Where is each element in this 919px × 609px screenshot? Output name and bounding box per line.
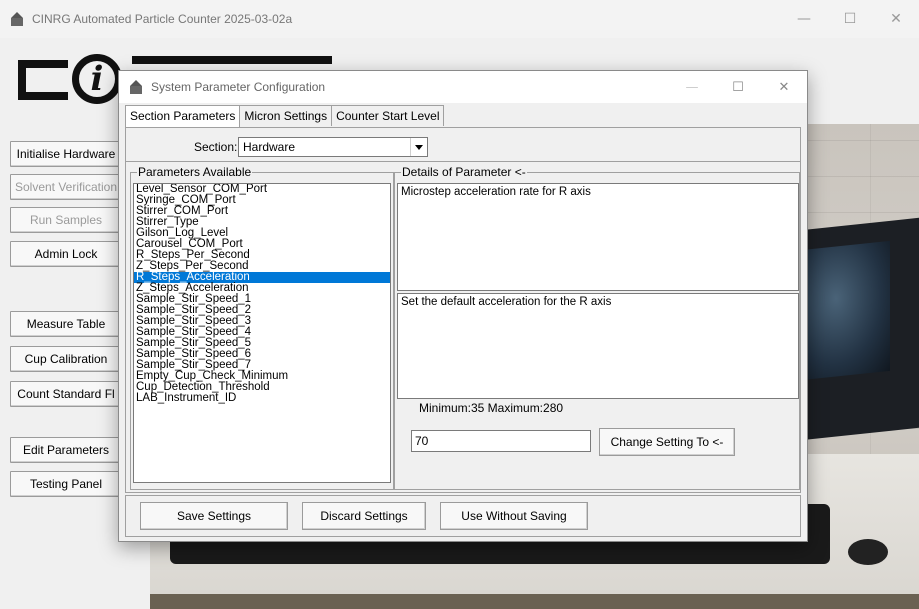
left-button-5[interactable]: Cup Calibration — [10, 346, 122, 372]
tab-micron-settings[interactable]: Micron Settings — [239, 105, 333, 126]
parameters-listbox[interactable]: Level_Sensor_COM_Port Syringe_COM_Port Sti… — [133, 183, 391, 483]
min-max-label: Minimum:35 Maximum:280 — [419, 401, 564, 415]
use-without-saving-button[interactable]: Use Without Saving — [440, 502, 588, 530]
value-input[interactable]: 70 — [411, 430, 591, 452]
section-dropdown[interactable]: Hardware — [238, 137, 428, 157]
section-row: Section: Hardware — [126, 132, 800, 162]
close-button[interactable]: ✕ — [873, 0, 919, 38]
section-label: Section: — [194, 140, 238, 154]
dialog-maximize-button[interactable]: ☐ — [715, 71, 761, 103]
details-help-box: Set the default acceleration for the R a… — [397, 293, 799, 399]
left-button-3[interactable]: Admin Lock — [10, 241, 122, 267]
bottom-button-bar: Save Settings Discard Settings Use Witho… — [125, 495, 801, 537]
details-description-box: Microstep acceleration rate for R axis — [397, 183, 799, 291]
dialog-app-icon — [129, 80, 143, 94]
tab-counter-start-level[interactable]: Counter Start Level — [331, 105, 445, 126]
main-titlebar: CINRG Automated Particle Counter 2025-03… — [0, 0, 919, 38]
left-button-4[interactable]: Measure Table — [10, 311, 122, 337]
dialog-close-button[interactable]: ✕ — [761, 71, 807, 103]
tab-strip: Section Parameters Micron Settings Count… — [125, 105, 445, 127]
save-settings-button[interactable]: Save Settings — [140, 502, 288, 530]
details-description: Microstep acceleration rate for R axis — [401, 186, 591, 198]
section-value: Hardware — [243, 140, 296, 154]
maximize-button[interactable]: ☐ — [827, 0, 873, 38]
window-title: CINRG Automated Particle Counter 2025-03… — [32, 12, 293, 26]
chevron-down-icon[interactable] — [410, 138, 427, 156]
system-parameter-dialog: System Parameter Configuration — ☐ ✕ Sec… — [118, 70, 808, 542]
discard-settings-button[interactable]: Discard Settings — [302, 502, 426, 530]
left-button-0[interactable]: Initialise Hardware — [10, 141, 122, 167]
list-item[interactable]: LAB_Instrument_ID — [134, 392, 390, 404]
left-button-6[interactable]: Count Standard Fl — [10, 381, 122, 407]
details-group: Details of Parameter <- Microstep accele… — [394, 165, 800, 490]
dialog-title: System Parameter Configuration — [151, 80, 326, 94]
left-button-7[interactable]: Edit Parameters — [10, 437, 122, 463]
minimize-button[interactable]: — — [781, 0, 827, 38]
app-icon — [10, 12, 24, 26]
details-group-title: Details of Parameter <- — [401, 165, 527, 179]
parameters-group-title: Parameters Available — [137, 165, 253, 179]
dialog-titlebar: System Parameter Configuration — ☐ ✕ — [119, 71, 807, 103]
left-button-8[interactable]: Testing Panel — [10, 471, 122, 497]
details-help: Set the default acceleration for the R a… — [401, 296, 612, 308]
parameters-group: Parameters Available Level_Sensor_COM_Po… — [130, 165, 394, 490]
left-button-2[interactable]: Run Samples — [10, 207, 122, 233]
dialog-minimize-button[interactable]: — — [669, 71, 715, 103]
tab-body: Section: Hardware Parameters Available L… — [125, 127, 801, 493]
left-button-1[interactable]: Solvent Verification — [10, 174, 122, 200]
tab-section-parameters[interactable]: Section Parameters — [125, 105, 241, 127]
change-setting-button[interactable]: Change Setting To <- — [599, 428, 735, 456]
